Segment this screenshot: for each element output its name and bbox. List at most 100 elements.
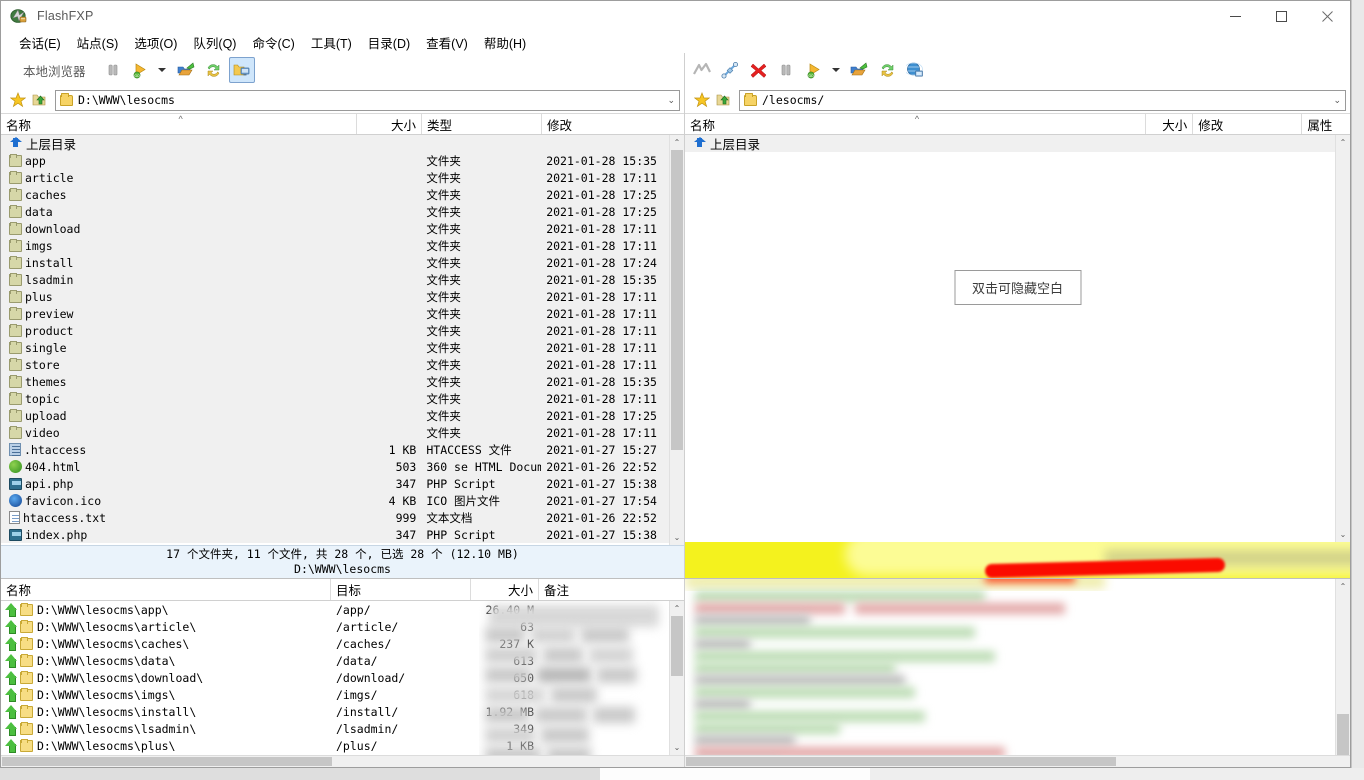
connect-icon[interactable] [717, 57, 743, 83]
local-path-combo[interactable]: D:\WWW\lesocms ⌄ [55, 89, 680, 111]
upload-icon[interactable] [846, 57, 872, 83]
scroll-up-icon[interactable]: ⌃ [670, 135, 684, 150]
hide-blank-hint[interactable]: 双击可隐藏空白 [953, 270, 1082, 305]
star-icon[interactable] [7, 89, 29, 111]
scroll-up-icon[interactable]: ⌃ [1336, 579, 1350, 594]
scroll-thumb[interactable] [2, 757, 332, 766]
scroll-down-icon[interactable]: ⌄ [670, 530, 684, 545]
scroll-up-icon[interactable]: ⌃ [1336, 135, 1350, 150]
refresh-icon[interactable] [874, 57, 900, 83]
close-button[interactable] [1304, 1, 1350, 31]
transfer-go-icon[interactable]: GO [801, 57, 827, 83]
menu-sites[interactable]: 站点(S) [69, 31, 127, 54]
disconnect-icon[interactable] [745, 57, 771, 83]
queue-col-target[interactable]: 目标 [331, 579, 471, 600]
scroll-track[interactable] [670, 616, 684, 740]
remote-col-modified[interactable]: 修改 [1193, 114, 1303, 134]
table-row[interactable]: .htaccess 1 KB HTACCESS 文件 2021-01-27 15:27 [1, 441, 669, 458]
pause-icon[interactable] [100, 57, 126, 83]
local-col-size[interactable]: 大小 [357, 114, 422, 134]
scroll-thumb[interactable] [671, 616, 683, 676]
transfer-dropdown-caret[interactable] [829, 57, 842, 83]
scroll-thumb[interactable] [686, 757, 1116, 766]
remote-vertical-scrollbar[interactable]: ⌃ ⌄ [1335, 135, 1350, 542]
log-horizontal-scrollbar[interactable] [685, 755, 1350, 767]
table-row[interactable]: app 文件夹 2021-01-28 15:35 [1, 152, 669, 169]
table-row[interactable]: topic 文件夹 2021-01-28 17:11 [1, 390, 669, 407]
table-row[interactable]: data 文件夹 2021-01-28 17:25 [1, 203, 669, 220]
menu-directory[interactable]: 目录(D) [360, 31, 418, 54]
remote-col-size[interactable]: 大小 [1146, 114, 1194, 134]
menu-help[interactable]: 帮助(H) [476, 31, 534, 54]
table-row[interactable]: plus 文件夹 2021-01-28 17:11 [1, 288, 669, 305]
scroll-down-icon[interactable]: ⌄ [1336, 527, 1350, 542]
remote-path-combo[interactable]: /lesocms/ ⌄ [739, 89, 1346, 111]
table-row[interactable]: article 文件夹 2021-01-28 17:11 [1, 169, 669, 186]
local-col-type[interactable]: 类型 [422, 114, 542, 134]
queue-col-size[interactable]: 大小 [471, 579, 539, 600]
upload-icon[interactable] [173, 57, 199, 83]
menu-session[interactable]: 会话(E) [11, 31, 69, 54]
star-icon[interactable] [691, 89, 713, 111]
queue-row[interactable]: D:\WWW\lesocms\data\ /data/613 [1, 652, 669, 669]
local-col-name[interactable]: 名称 ^ [1, 114, 357, 134]
menu-options[interactable]: 选项(O) [126, 31, 185, 54]
scroll-down-icon[interactable]: ⌄ [670, 740, 684, 755]
queue-row[interactable]: D:\WWW\lesocms\app\ /app/26.40 M [1, 601, 669, 618]
table-row[interactable]: store 文件夹 2021-01-28 17:11 [1, 356, 669, 373]
table-row[interactable]: favicon.ico 4 KB ICO 图片文件 2021-01-27 17:54 [1, 492, 669, 509]
queue-row[interactable]: D:\WWW\lesocms\install\ /install/1.92 MB [1, 703, 669, 720]
scroll-thumb[interactable] [1337, 714, 1349, 755]
table-row[interactable]: themes 文件夹 2021-01-28 15:35 [1, 373, 669, 390]
menu-queue[interactable]: 队列(Q) [185, 31, 244, 54]
table-row[interactable]: imgs 文件夹 2021-01-28 17:11 [1, 237, 669, 254]
queue-col-name[interactable]: 名称 [1, 579, 331, 600]
table-row[interactable]: htaccess.txt 999 文本文档 2021-01-26 22:52 [1, 509, 669, 526]
queue-row[interactable]: D:\WWW\lesocms\imgs\ /imgs/618 [1, 686, 669, 703]
table-row[interactable]: 404.html 503 360 se HTML Document 2021-01-2… [1, 458, 669, 475]
menu-view[interactable]: 查看(V) [418, 31, 476, 54]
local-col-modified[interactable]: 修改 [542, 114, 670, 134]
table-row[interactable]: index.php 347 PHP Script 2021-01-27 15:38 [1, 526, 669, 543]
parent-directory-row[interactable]: 上层目录 [1, 135, 669, 152]
table-row[interactable]: single 文件夹 2021-01-28 17:11 [1, 339, 669, 356]
queue-row[interactable]: D:\WWW\lesocms\article\ /article/63 [1, 618, 669, 635]
refresh-icon[interactable] [201, 57, 227, 83]
menu-tools[interactable]: 工具(T) [303, 31, 360, 54]
pause-icon[interactable] [773, 57, 799, 83]
table-row[interactable]: caches 文件夹 2021-01-28 17:25 [1, 186, 669, 203]
minimize-button[interactable] [1212, 1, 1258, 31]
menu-commands[interactable]: 命令(C) [244, 31, 302, 54]
table-row[interactable]: product 文件夹 2021-01-28 17:11 [1, 322, 669, 339]
table-row[interactable]: install 文件夹 2021-01-28 17:24 [1, 254, 669, 271]
transfer-dropdown-caret[interactable] [156, 57, 169, 83]
remote-col-attrs[interactable]: 属性 [1302, 114, 1350, 134]
chevron-down-icon[interactable]: ⌄ [1333, 91, 1341, 110]
table-row[interactable]: upload 文件夹 2021-01-28 17:25 [1, 407, 669, 424]
parent-directory-row[interactable]: 上层目录 [685, 135, 1335, 152]
up-folder-icon[interactable] [713, 89, 735, 111]
scroll-track[interactable] [670, 150, 684, 530]
queue-row[interactable]: D:\WWW\lesocms\plus\ /plus/1 KB [1, 737, 669, 754]
queue-horizontal-scrollbar[interactable] [1, 755, 684, 767]
scroll-up-icon[interactable]: ⌃ [670, 601, 684, 616]
chevron-down-icon[interactable]: ⌄ [667, 91, 675, 110]
table-row[interactable]: video 文件夹 2021-01-28 17:11 [1, 424, 669, 441]
transfer-go-icon[interactable]: GO [128, 57, 154, 83]
quick-connect-icon[interactable] [689, 57, 715, 83]
queue-row[interactable]: D:\WWW\lesocms\caches\ /caches/237 K [1, 635, 669, 652]
maximize-button[interactable] [1258, 1, 1304, 31]
scroll-thumb[interactable] [671, 150, 683, 450]
log-vertical-scrollbar[interactable]: ⌃ ⌄ [1335, 579, 1350, 755]
table-row[interactable]: lsadmin 文件夹 2021-01-28 15:35 [1, 271, 669, 288]
remote-browser-icon[interactable] [902, 57, 928, 83]
table-row[interactable]: api.php 347 PHP Script 2021-01-27 15:38 [1, 475, 669, 492]
queue-col-notes[interactable]: 备注 [539, 579, 669, 600]
scroll-track[interactable] [1336, 150, 1350, 527]
queue-row[interactable]: D:\WWW\lesocms\download\ /download/650 [1, 669, 669, 686]
up-folder-icon[interactable] [29, 89, 51, 111]
local-vertical-scrollbar[interactable]: ⌃ ⌄ [669, 135, 684, 545]
remote-col-name[interactable]: 名称 ^ [685, 114, 1146, 134]
queue-row[interactable]: D:\WWW\lesocms\lsadmin\ /lsadmin/349 [1, 720, 669, 737]
table-row[interactable]: download 文件夹 2021-01-28 17:11 [1, 220, 669, 237]
